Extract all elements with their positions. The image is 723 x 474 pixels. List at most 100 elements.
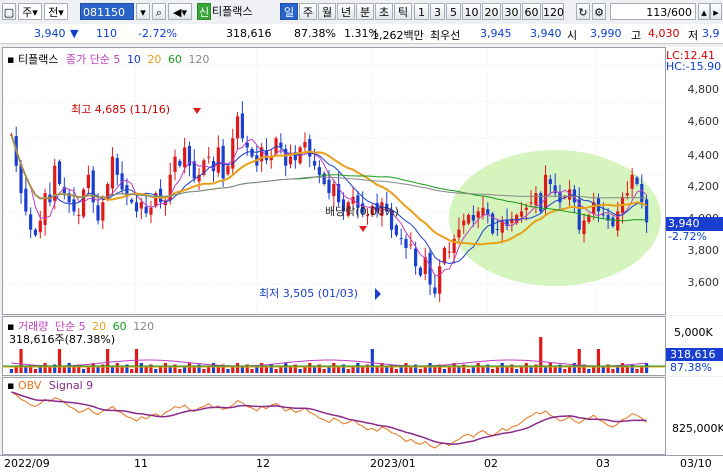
obv-signal-line xyxy=(11,391,647,445)
volume-bar xyxy=(187,363,192,373)
candle-body xyxy=(101,202,105,221)
candle-body xyxy=(96,205,100,221)
current-pct-tag: -2.72% xyxy=(668,230,707,243)
best-quote-label: 최우선 xyxy=(430,29,461,42)
stock-code-input[interactable]: 081150 xyxy=(80,3,134,20)
chart-menu-icon[interactable]: ▢ xyxy=(2,3,16,20)
volume-bar xyxy=(312,367,317,373)
candle-body xyxy=(86,174,90,189)
low-price: 3,9 xyxy=(702,27,720,40)
volume-bar xyxy=(144,367,148,373)
volume-ytick-max: 5,000K xyxy=(674,326,713,339)
volume-bar xyxy=(476,363,480,373)
volume-bar xyxy=(250,369,254,373)
volume-bar xyxy=(274,369,278,373)
settings-icon[interactable]: ⚙ xyxy=(592,3,606,20)
period-button-0[interactable]: 일 xyxy=(280,3,298,20)
volume-bar xyxy=(529,367,533,373)
highlight-ellipse xyxy=(449,150,661,286)
candle-body xyxy=(308,139,312,157)
refresh-icon[interactable]: ↻ xyxy=(576,3,590,20)
volume-bar xyxy=(216,367,220,373)
volume-bar xyxy=(457,367,461,373)
period-button-2[interactable]: 월 xyxy=(318,3,336,20)
code-dropdown-icon[interactable]: ▾ xyxy=(136,3,150,20)
x-label-4: 02 xyxy=(484,457,498,470)
stock-name: 티플랙스 xyxy=(212,3,276,20)
volume-legend-value: 318,616주(87.38%) xyxy=(9,333,116,346)
volume-bar xyxy=(596,349,601,373)
volume-chart-panel[interactable]: ▪ 거래량 단순 5 20 60 120 318,616주(87.38%) xyxy=(2,316,666,376)
price-chart-panel[interactable]: ▪ 티플랙스 종가 단순 5 10 20 60 120 최고 4,685 (11… xyxy=(2,47,666,315)
period-button-5[interactable]: 초 xyxy=(375,3,393,20)
interval-button-5[interactable]: 30 xyxy=(502,3,521,20)
candle-body xyxy=(57,161,62,184)
candle-body xyxy=(178,160,182,166)
legend-stock-name: 티플랙스 xyxy=(17,53,59,66)
legend-settings-icon[interactable]: ▪ xyxy=(7,53,14,66)
period-button-4[interactable]: 분 xyxy=(356,3,374,20)
trade-volume: 318,616 xyxy=(226,27,272,40)
volume-bar xyxy=(394,369,398,373)
interval-button-6[interactable]: 60 xyxy=(522,3,541,20)
volume-bar xyxy=(134,349,139,373)
legend-ma60: 60 xyxy=(167,53,182,66)
price-legend: ▪ 티플랙스 종가 단순 5 10 20 60 120 xyxy=(7,51,209,67)
ref-select[interactable]: 전▾ xyxy=(44,3,68,20)
volume-bar xyxy=(553,367,557,373)
candle-body xyxy=(414,248,418,267)
price-y-axis: LC:12.41 HC:-15.90 4,8004,6004,4004,2004… xyxy=(666,47,723,315)
candle-body xyxy=(409,244,413,246)
x-label-6: 03/10 xyxy=(680,457,712,470)
period-button-6[interactable]: 틱 xyxy=(394,3,412,20)
page-counter[interactable]: 113/600 xyxy=(610,3,696,20)
candle-body xyxy=(91,170,95,203)
best-bid: 3,940 xyxy=(530,27,562,40)
volume-bar xyxy=(370,349,374,373)
hc-label: HC:-15.90 xyxy=(666,60,722,73)
volume-bar xyxy=(120,367,124,373)
market-select[interactable]: 주▾ xyxy=(18,3,42,20)
interval-button-0[interactable]: 1 xyxy=(414,3,429,20)
dividend-marker xyxy=(359,226,367,232)
volume-bar xyxy=(500,363,504,373)
interval-button-4[interactable]: 20 xyxy=(482,3,501,20)
interval-button-3[interactable]: 10 xyxy=(462,3,481,20)
obv-legend-icon[interactable]: ▪ xyxy=(7,379,14,392)
volume-bar xyxy=(308,363,312,373)
scroll-up-icon[interactable]: ▴ xyxy=(698,3,710,20)
volume-bar xyxy=(481,367,485,373)
search-icon[interactable]: ⌕ xyxy=(152,3,166,20)
candle-body xyxy=(288,156,293,165)
candle-body xyxy=(399,238,403,240)
price-ytick-0: 4,800 xyxy=(687,83,720,96)
scroll-next-icon[interactable]: ▸ xyxy=(710,3,722,20)
high-price: 4,030 xyxy=(648,27,680,40)
volume-bar xyxy=(524,363,528,373)
volume-bar xyxy=(577,349,581,373)
volume-bar xyxy=(433,367,437,373)
sound-icon[interactable]: ◀▾ xyxy=(168,3,192,20)
open-label: 시 xyxy=(567,29,578,42)
interval-button-7[interactable]: 120 xyxy=(542,3,564,20)
volume-bar xyxy=(168,367,172,373)
interval-button-1[interactable]: 3 xyxy=(430,3,445,20)
candle-body xyxy=(418,267,423,276)
period-button-3[interactable]: 년 xyxy=(337,3,355,20)
period-button-1[interactable]: 주 xyxy=(299,3,317,20)
interval-button-2[interactable]: 5 xyxy=(446,3,461,20)
candle-body xyxy=(226,165,230,175)
price-ytick-5: 3,800 xyxy=(687,244,720,257)
candle-body xyxy=(630,174,634,189)
candle-body xyxy=(476,211,480,218)
candle-body xyxy=(24,188,28,212)
candle-body xyxy=(38,220,42,233)
volume-bar xyxy=(491,369,495,373)
obv-chart-panel[interactable]: ▪ OBV Signal 9 xyxy=(2,377,666,455)
volume-bar xyxy=(409,367,413,373)
candle-body xyxy=(601,214,605,216)
volume-bar xyxy=(33,369,38,373)
candle-body xyxy=(235,116,240,139)
volume-bar xyxy=(428,363,432,373)
low-label: 저 xyxy=(688,29,699,42)
